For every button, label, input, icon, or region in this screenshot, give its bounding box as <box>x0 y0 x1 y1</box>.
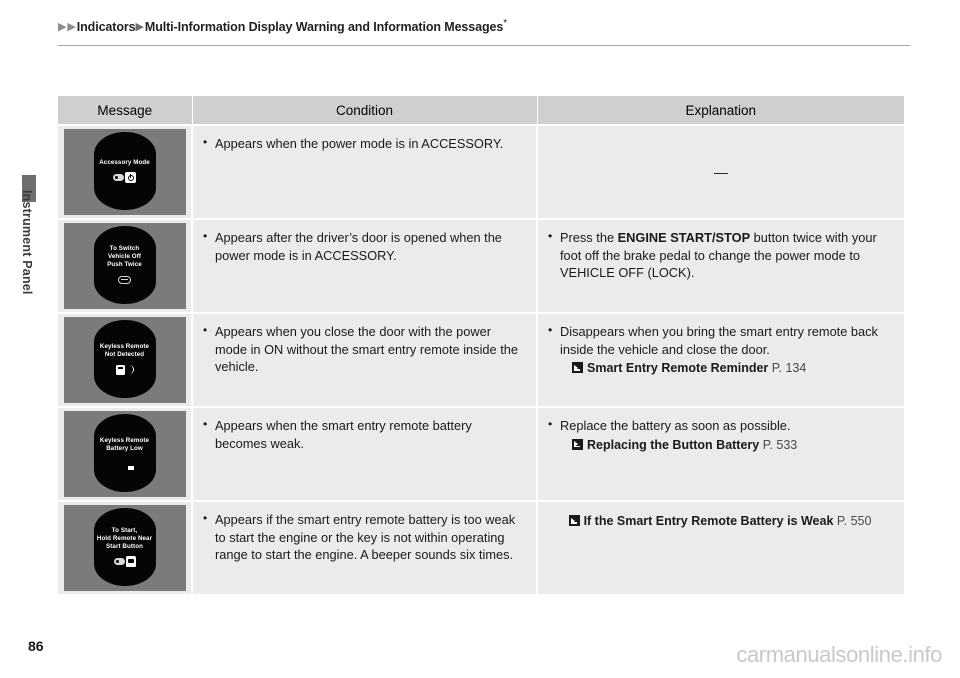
explanation-text: Disappears when you bring the smart entr… <box>547 322 893 358</box>
explanation-text: Press the ENGINE START/STOP button twice… <box>547 228 893 282</box>
message-display-cell: To Start, Hold Remote Near Start Button <box>58 500 193 596</box>
message-display-cell: Keyless Remote Battery Low <box>58 406 193 502</box>
reference-arrow-icon <box>572 438 583 450</box>
messages-table: Message Condition Explanation Accessory … <box>58 96 904 596</box>
explanation-text: Replace the battery as soon as possible. <box>547 416 893 435</box>
condition-text: Appears after the driver’s door is opene… <box>202 228 525 264</box>
mid-screen: Keyless Remote Battery Low <box>93 414 156 492</box>
message-display-cell: Accessory Mode <box>58 124 193 220</box>
explanation-cell: — <box>536 124 904 220</box>
table-row: Keyless Remote Battery Low Appears when … <box>58 406 904 502</box>
reference-title: Smart Entry Remote Reminder <box>587 361 769 375</box>
breadcrumb-item-indicators[interactable]: Indicators <box>77 20 136 34</box>
explanation-cell: Replace the battery as soon as possible.… <box>536 406 904 502</box>
breadcrumb-arrow-2: ▶ <box>67 21 76 33</box>
cross-reference[interactable]: Smart Entry Remote Reminder P. 134 <box>547 359 893 377</box>
mid-screen: To Start, Hold Remote Near Start Button <box>93 508 156 586</box>
mid-screenshot: Keyless Remote Battery Low <box>63 411 186 497</box>
mid-message-text: To Start, Hold Remote Near Start Button <box>96 526 153 550</box>
key-icon <box>113 558 125 565</box>
mid-message-text: Accessory Mode <box>99 158 150 166</box>
mid-icon-row <box>113 172 136 184</box>
mid-screen: Keyless Remote Not Detected <box>93 320 156 398</box>
breadcrumb-item-messages[interactable]: Multi-Information Display Warning and In… <box>145 20 503 34</box>
explanation-placeholder: — <box>714 164 728 180</box>
message-display-cell: To Switch Vehicle Off Push Twice <box>58 218 193 314</box>
breadcrumb-arrow-1: ▶ <box>58 21 67 33</box>
mid-screenshot: To Switch Vehicle Off Push Twice <box>63 223 186 309</box>
explanation-cell: Disappears when you bring the smart entr… <box>536 312 904 408</box>
mid-icon-row <box>118 274 131 286</box>
reference-title: If the Smart Entry Remote Battery is Wea… <box>583 514 834 528</box>
breadcrumb: ▶▶Indicators▶Multi-Information Display W… <box>58 18 507 34</box>
site-watermark: carmanualsonline.info <box>736 642 942 667</box>
table-row: Accessory Mode Appears when the power mo… <box>58 124 904 220</box>
mid-screenshot: To Start, Hold Remote Near Start Button <box>63 505 186 591</box>
table-row: To Start, Hold Remote Near Start Button … <box>58 500 904 596</box>
condition-text: Appears when the power mode is in ACCESS… <box>202 134 525 153</box>
reference-page: P. 134 <box>771 361 807 375</box>
condition-text: Appears when the smart entry remote batt… <box>202 416 525 452</box>
mid-screen: To Switch Vehicle Off Push Twice <box>93 226 156 304</box>
mid-message-text: To Switch Vehicle Off Push Twice <box>107 244 142 268</box>
table-header-row: Message Condition Explanation <box>58 96 904 126</box>
explanation-cell: If the Smart Entry Remote Battery is Wea… <box>536 500 904 596</box>
mid-screen: Accessory Mode <box>93 132 156 210</box>
condition-text: Appears when you close the door with the… <box>202 322 525 376</box>
key-icon <box>113 174 124 181</box>
explanation-cell: Press the ENGINE START/STOP button twice… <box>536 218 904 314</box>
condition-cell: Appears when you close the door with the… <box>191 312 538 408</box>
condition-text: Appears if the smart entry remote batter… <box>202 510 525 564</box>
condition-cell: Appears if the smart entry remote batter… <box>191 500 538 596</box>
header-divider <box>58 45 910 46</box>
reference-page: P. 533 <box>762 437 798 452</box>
explanation-emphasis: ENGINE START/STOP <box>617 230 751 245</box>
hand-remote-icon <box>125 556 136 567</box>
mid-icon-row <box>115 364 134 376</box>
condition-cell: Appears when the smart entry remote batt… <box>191 406 538 502</box>
breadcrumb-footnote-marker: * <box>503 18 508 29</box>
chapter-label: Instrument Panel <box>20 190 34 295</box>
oval-button-icon <box>118 275 131 284</box>
mid-icon-row <box>113 556 136 568</box>
mid-screenshot: Keyless Remote Not Detected <box>63 317 186 403</box>
mid-message-text: Keyless Remote Not Detected <box>99 342 150 358</box>
message-display-cell: Keyless Remote Not Detected <box>58 312 193 408</box>
page-number: 86 <box>28 638 44 654</box>
table-row: To Switch Vehicle Off Push Twice Appears… <box>58 218 904 314</box>
mid-screenshot: Accessory Mode <box>63 129 186 215</box>
mid-message-text: Keyless Remote Battery Low <box>99 436 150 452</box>
condition-cell: Appears after the driver’s door is opene… <box>191 218 538 314</box>
remote-icon <box>115 364 125 375</box>
condition-cell: Appears when the power mode is in ACCESS… <box>191 124 538 220</box>
cross-reference[interactable]: Replacing the Button Battery P. 533 <box>547 436 893 454</box>
reference-arrow-icon <box>568 515 580 526</box>
signal-wave-icon <box>127 365 134 374</box>
reference-title: Replacing the Button Battery <box>587 437 760 452</box>
table-row: Keyless Remote Not Detected Appears when… <box>58 312 904 408</box>
column-header-explanation: Explanation <box>536 96 904 126</box>
breadcrumb-arrow-3: ▶ <box>135 21 144 33</box>
column-header-condition: Condition <box>191 96 538 126</box>
cross-reference[interactable]: If the Smart Entry Remote Battery is Wea… <box>547 512 893 530</box>
reference-arrow-icon <box>572 362 583 373</box>
power-button-icon <box>125 172 136 183</box>
reference-page: P. 550 <box>836 514 872 528</box>
column-header-message: Message <box>58 96 193 126</box>
explanation-lead: Press the <box>560 230 618 245</box>
